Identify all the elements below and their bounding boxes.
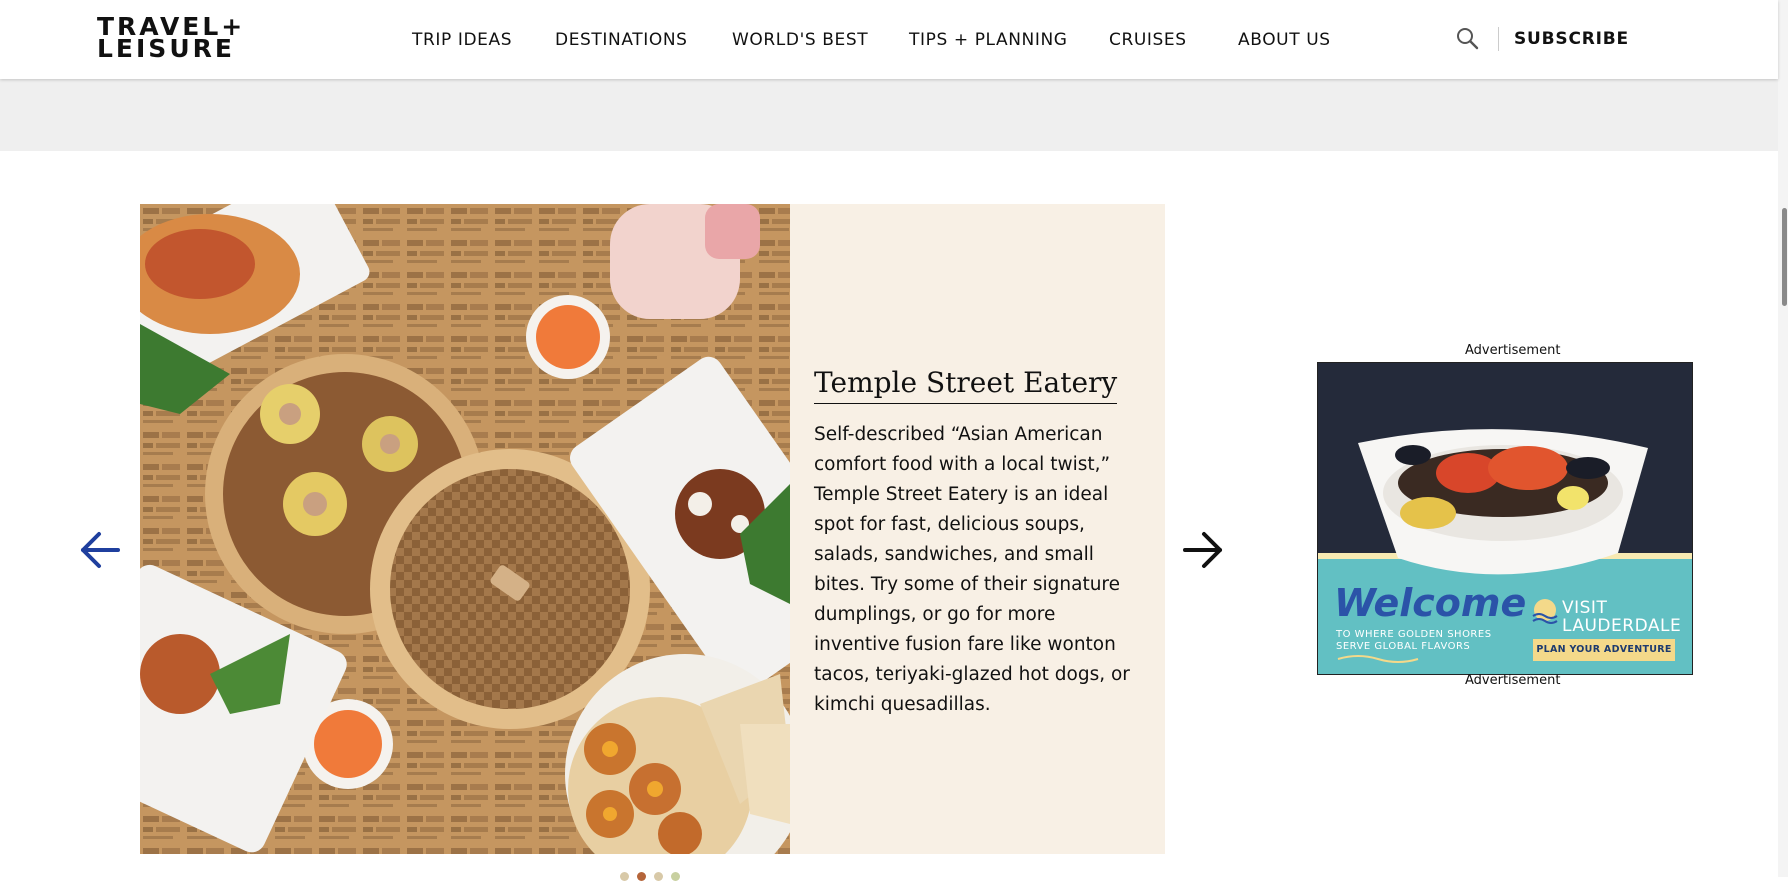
slide-title-link[interactable]: Temple Street Eatery [814,366,1118,404]
scrollbar-thumb[interactable] [1782,208,1787,306]
ad-brand: VISIT LAUDERDALE [1562,599,1681,635]
header-divider [1498,27,1499,51]
site-header: TRAVEL+ LEISURE TRIP IDEAS DESTINATIONS … [0,0,1778,79]
site-logo[interactable]: TRAVEL+ LEISURE [97,14,271,63]
ad-tagline: TO WHERE GOLDEN SHORES SERVE GLOBAL FLAV… [1336,629,1492,652]
arrow-right-icon[interactable] [1180,527,1226,573]
scrollbar-track[interactable] [1778,0,1788,877]
ad-brand-line-1: VISIT [1562,598,1608,618]
ad-cta-button[interactable]: PLAN YOUR ADVENTURE [1533,639,1675,661]
ad-brand-line-2: LAUDERDALE [1562,616,1682,636]
slide-photo [140,204,790,854]
nav-item-trip-ideas[interactable]: TRIP IDEAS [412,30,512,50]
nav-item-cruises[interactable]: CRUISES [1109,30,1187,50]
ad-placeholder-band [0,79,1778,151]
nav-item-tips-planning[interactable]: TIPS + PLANNING [909,30,1068,50]
nav-item-about-us[interactable]: ABOUT US [1238,30,1331,50]
ad-label-top: Advertisement [1465,343,1561,358]
advertisement-banner[interactable]: Welcome TO WHERE GOLDEN SHORES SERVE GLO… [1317,362,1693,675]
search-icon[interactable] [1455,26,1481,52]
sun-waves-icon [1532,599,1558,624]
arrow-left-icon[interactable] [77,527,123,573]
nav-item-destinations[interactable]: DESTINATIONS [555,30,688,50]
slide-description: Self-described “Asian American comfort f… [814,424,1130,715]
logo-line-2: LEISURE [97,34,235,63]
nav-item-worlds-best[interactable]: WORLD'S BEST [732,30,868,50]
ad-headline: Welcome [1334,581,1527,625]
subscribe-link[interactable]: SUBSCRIBE [1514,29,1629,49]
ad-label-bottom: Advertisement [1465,673,1561,688]
